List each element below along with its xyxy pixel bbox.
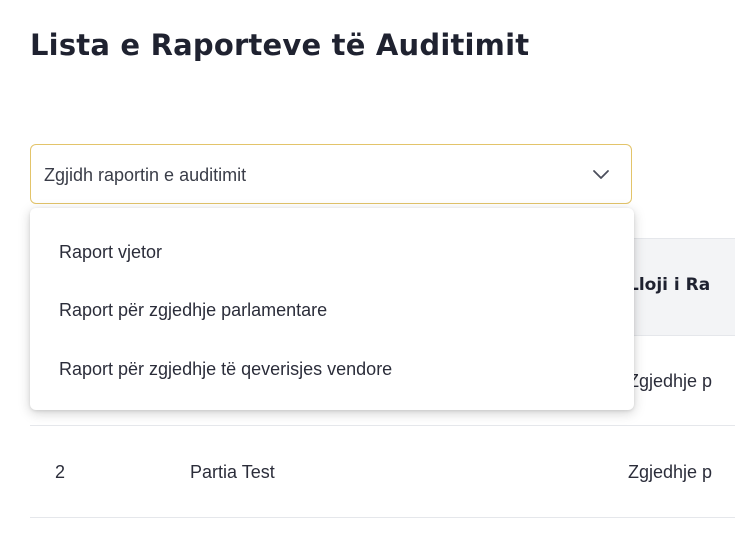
- option-label: Raport për zgjedhje parlamentare: [59, 300, 328, 320]
- select-value: Zgjidh raportin e auditimit: [44, 165, 247, 185]
- option-parliamentary-elections-report[interactable]: Raport për zgjedhje parlamentare: [30, 286, 634, 338]
- audit-reports-page: Lista e Raporteve të Auditimit Lloji i R…: [0, 0, 735, 539]
- option-annual-report[interactable]: Raport vjetor: [30, 228, 634, 280]
- option-local-elections-report[interactable]: Raport për zgjedhje të qeverisjes vendor…: [30, 345, 634, 397]
- report-type-dropdown-menu: Raport vjetor Raport për zgjedhje parlam…: [30, 208, 634, 410]
- option-label: Raport vjetor: [59, 242, 163, 262]
- column-header-report-type: Lloji i Ra: [628, 275, 711, 295]
- row-party: Partia Test: [190, 462, 275, 482]
- page-title: Lista e Raporteve të Auditimit: [30, 28, 530, 62]
- option-label: Raport për zgjedhje të qeverisjes vendor…: [59, 359, 393, 379]
- table-row[interactable]: 2 Partia Test Zgjedhje p: [30, 425, 735, 518]
- row-report-type: Zgjedhje p: [628, 462, 713, 482]
- row-report-type: Zgjedhje p: [628, 371, 713, 391]
- row-number: 2: [55, 462, 66, 482]
- report-type-select[interactable]: Zgjidh raportin e auditimit: [30, 144, 632, 204]
- chevron-down-icon[interactable]: [591, 164, 611, 184]
